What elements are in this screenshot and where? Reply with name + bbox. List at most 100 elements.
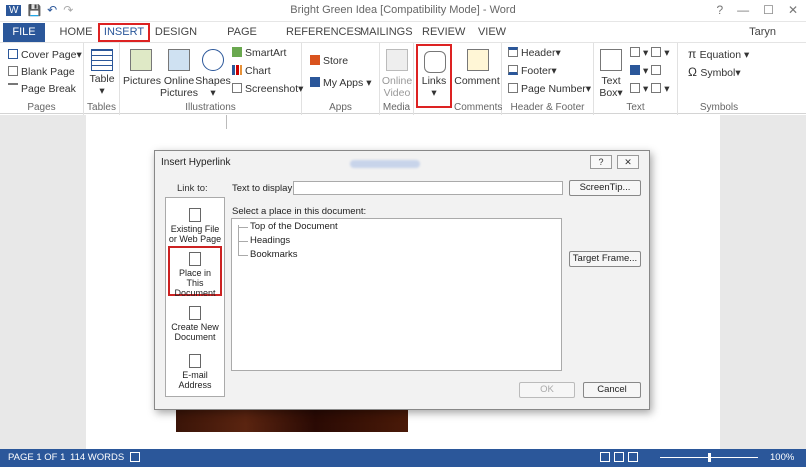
help-icon[interactable]: ? xyxy=(716,3,723,17)
group-media: Online Video Media xyxy=(380,43,414,115)
ok-button[interactable]: OK xyxy=(519,382,575,398)
header-button[interactable]: Header▾ xyxy=(508,47,561,59)
new-document-icon xyxy=(189,306,201,320)
screentip-button[interactable]: ScreenTip... xyxy=(569,180,641,196)
group-header-footer: Header▾ Footer▾ Page Number▾ Header & Fo… xyxy=(502,43,594,115)
window-title: Bright Green Idea [Compatibility Mode] -… xyxy=(290,4,516,16)
tree-item-top[interactable]: Top of the Document xyxy=(250,221,338,232)
select-place-label: Select a place in this document: xyxy=(232,206,367,217)
email-icon xyxy=(189,354,201,368)
dialog-title: Insert Hyperlink xyxy=(161,157,231,168)
text-box-icon xyxy=(600,49,622,71)
group-label-tables: Tables xyxy=(87,102,116,113)
tab-design[interactable]: DESIGN xyxy=(154,23,198,42)
link-existing-file[interactable]: Existing File or Web Page xyxy=(168,208,222,244)
shapes-button[interactable]: Shapes ▾ xyxy=(194,75,232,99)
screenshot-button[interactable]: Screenshot▾ xyxy=(232,83,303,95)
page-break-icon xyxy=(8,83,18,93)
print-layout-icon[interactable] xyxy=(614,452,624,462)
drop-cap-icon xyxy=(630,83,640,93)
link-to-label: Link to: xyxy=(177,183,208,194)
tree-item-bookmarks[interactable]: Bookmarks xyxy=(250,249,298,260)
status-bar: PAGE 1 OF 1 114 WORDS 100% xyxy=(0,449,806,467)
my-apps-button[interactable]: My Apps ▾ xyxy=(310,77,371,89)
close-icon[interactable]: ✕ xyxy=(788,3,798,17)
tab-references[interactable]: REFERENCES xyxy=(286,23,361,42)
user-name[interactable]: Taryn xyxy=(749,26,776,38)
text-to-display-input[interactable] xyxy=(293,181,563,195)
page-number-button[interactable]: Page Number▾ xyxy=(508,83,591,95)
document-image[interactable] xyxy=(176,410,408,432)
page-break-button[interactable]: Page Break xyxy=(8,83,76,95)
online-video-icon xyxy=(386,49,408,71)
tab-page-layout[interactable]: PAGE LAYOUT xyxy=(206,23,278,56)
text-box-button[interactable]: Text Box▾ xyxy=(594,75,628,99)
footer-button[interactable]: Footer▾ xyxy=(508,65,557,77)
ribbon-tabs: FILE HOME INSERT DESIGN PAGE LAYOUT REFE… xyxy=(0,22,806,56)
maximize-icon[interactable]: ☐ xyxy=(763,3,774,17)
read-mode-icon[interactable] xyxy=(600,452,610,462)
target-frame-button[interactable]: Target Frame... xyxy=(569,251,641,267)
link-email-address[interactable]: E-mail Address xyxy=(168,354,222,390)
shapes-icon xyxy=(202,49,224,71)
tab-review[interactable]: REVIEW xyxy=(422,23,465,42)
blank-page-icon xyxy=(8,66,18,76)
quick-parts-button[interactable]: ▾ ▾ xyxy=(630,47,669,59)
blank-page-button[interactable]: Blank Page xyxy=(8,66,75,78)
page-count[interactable]: PAGE 1 OF 1 xyxy=(8,452,65,463)
comment-icon xyxy=(467,49,489,71)
store-icon xyxy=(310,55,320,65)
minimize-icon[interactable]: — xyxy=(737,3,749,17)
group-comments: Comment Comments xyxy=(454,43,502,115)
store-button[interactable]: Store xyxy=(310,55,348,67)
word-count[interactable]: 114 WORDS xyxy=(70,452,124,463)
tab-home[interactable]: HOME xyxy=(56,23,96,42)
tab-insert[interactable]: INSERT xyxy=(98,23,150,42)
footer-icon xyxy=(508,65,518,75)
online-pictures-button[interactable]: Online Pictures xyxy=(160,75,198,99)
dialog-close-button[interactable]: ✕ xyxy=(617,155,639,169)
drop-cap-button[interactable]: ▾ ▾ xyxy=(630,83,669,95)
tab-view[interactable]: VIEW xyxy=(474,23,510,42)
tab-file[interactable]: FILE xyxy=(3,23,45,42)
chart-button[interactable]: Chart xyxy=(232,65,271,77)
proofing-icon[interactable] xyxy=(130,452,140,462)
pictures-button[interactable]: Pictures xyxy=(122,75,162,87)
group-label-header-footer: Header & Footer xyxy=(510,102,585,113)
window-controls: ? — ☐ ✕ xyxy=(716,3,798,17)
wordart-button[interactable]: ▾ xyxy=(630,65,664,77)
tree-branch xyxy=(238,241,248,242)
links-button[interactable]: Links ▾ xyxy=(414,75,454,99)
tree-item-headings[interactable]: Headings xyxy=(250,235,290,246)
date-time-icon xyxy=(651,65,662,75)
wordart-icon xyxy=(630,65,640,75)
cancel-button[interactable]: Cancel xyxy=(583,382,641,398)
link-create-new-document[interactable]: Create New Document xyxy=(168,306,222,342)
page-icon xyxy=(8,49,18,59)
equation-button[interactable]: π Equation ▾ xyxy=(688,47,749,61)
zoom-level[interactable]: 100% xyxy=(770,452,794,463)
comment-button[interactable]: Comment xyxy=(454,75,500,87)
online-video-button[interactable]: Online Video xyxy=(380,75,414,99)
smartart-button[interactable]: SmartArt xyxy=(232,47,286,59)
tab-mailings[interactable]: MAILINGS xyxy=(360,23,413,42)
cover-page-button[interactable]: Cover Page▾ xyxy=(8,49,82,61)
place-tree[interactable]: Top of the Document Headings Bookmarks xyxy=(231,218,562,371)
text-to-display-label: Text to display: xyxy=(232,183,295,194)
title-bar: W 💾 ↶ ↷ Bright Green Idea [Compatibility… xyxy=(0,0,806,22)
zoom-thumb[interactable] xyxy=(708,453,711,462)
my-apps-icon xyxy=(310,77,320,87)
signature-icon xyxy=(651,47,662,57)
page-number-icon xyxy=(508,83,518,93)
group-links: Links ▾ xyxy=(414,43,454,115)
table-icon xyxy=(91,49,113,71)
symbol-button[interactable]: Ω Symbol▾ xyxy=(688,65,741,79)
web-layout-icon[interactable] xyxy=(628,452,638,462)
group-tables: Table ▾ Tables xyxy=(84,43,120,115)
dialog-help-button[interactable]: ? xyxy=(590,155,612,169)
table-button[interactable]: Table ▾ xyxy=(84,73,120,97)
group-apps: Store My Apps ▾ Apps xyxy=(302,43,380,115)
link-place-in-document[interactable]: Place in This Document xyxy=(168,246,222,298)
object-icon xyxy=(651,83,662,93)
group-pages: Cover Page▾ Blank Page Page Break Pages xyxy=(0,43,84,115)
